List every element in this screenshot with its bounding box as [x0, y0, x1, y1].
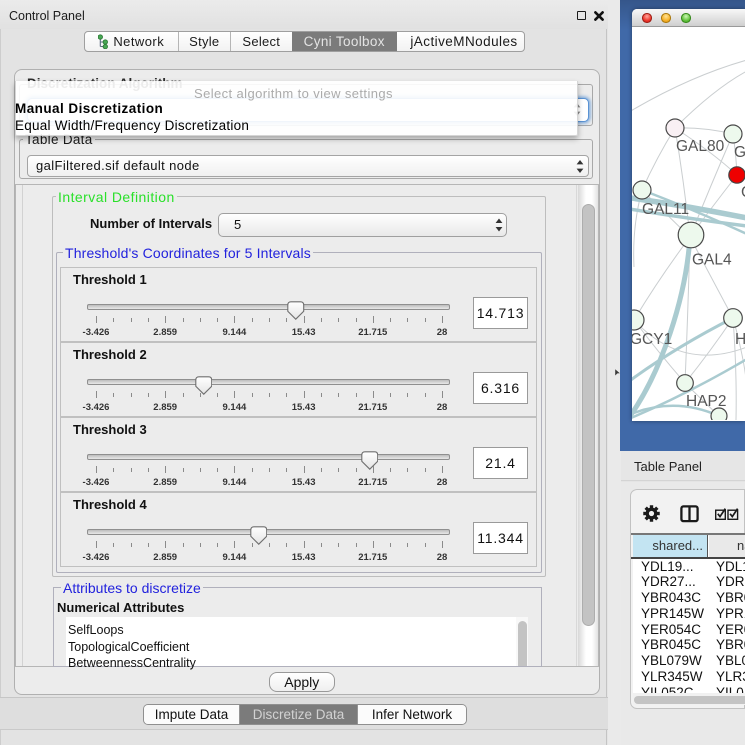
svg-text:GAL4: GAL4 — [692, 252, 732, 269]
svg-text:C: C — [741, 184, 745, 201]
svg-text:GAL80: GAL80 — [676, 138, 725, 155]
svg-text:HAP2: HAP2 — [686, 393, 727, 410]
svg-text:GA: GA — [734, 144, 745, 161]
svg-text:GAL11: GAL11 — [642, 201, 689, 218]
svg-text:H: H — [735, 331, 745, 348]
svg-text:GCY1: GCY1 — [632, 331, 672, 348]
